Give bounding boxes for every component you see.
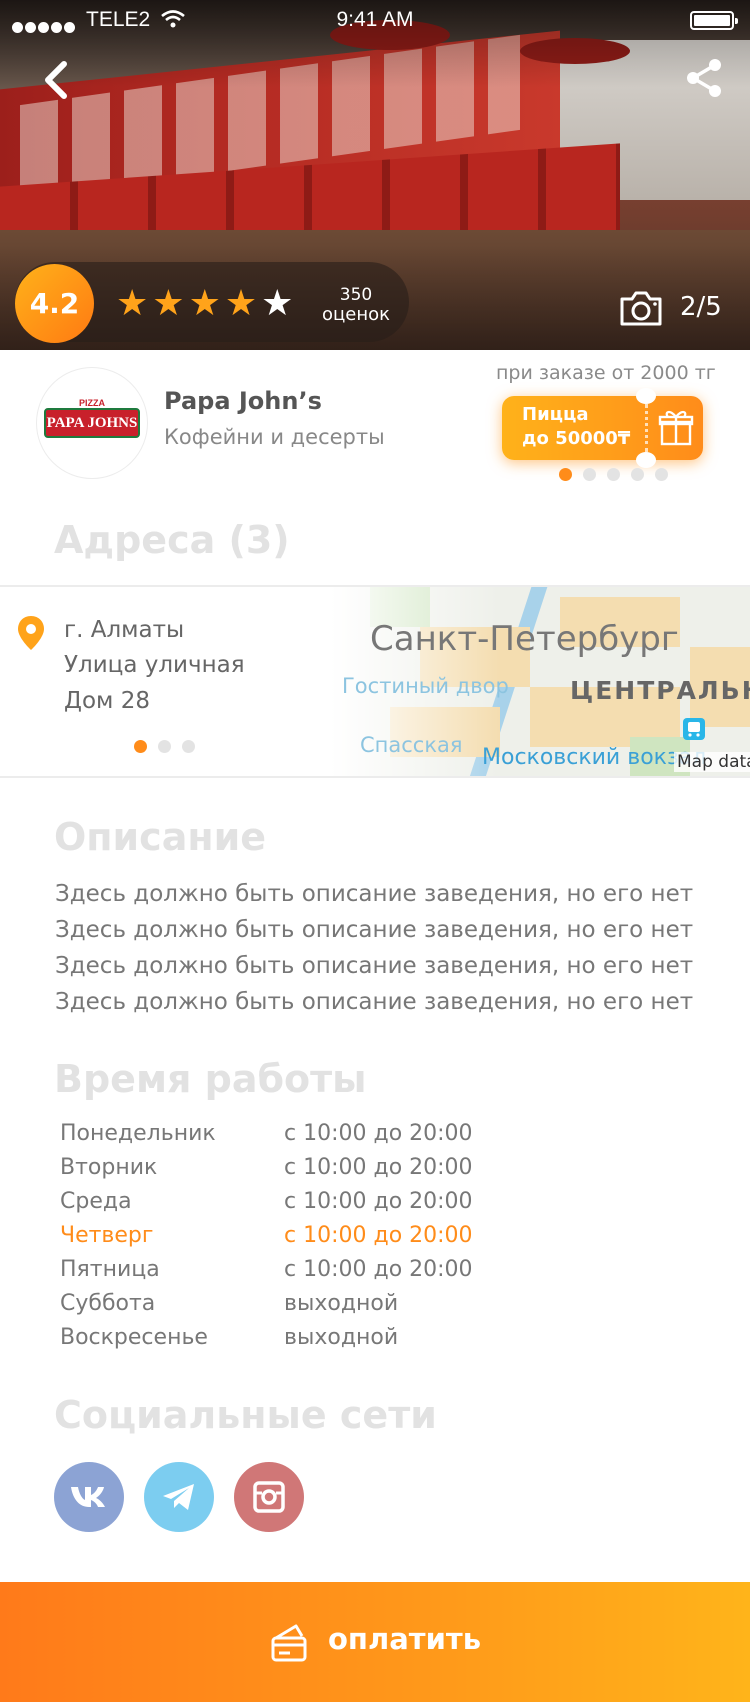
- venue-name: Papa John’s: [164, 387, 322, 415]
- hours-row: Пятница с 10:00 до 20:00: [60, 1257, 560, 1287]
- address-house: Дом 28: [64, 688, 150, 714]
- hours-time: выходной: [284, 1325, 399, 1350]
- map-label-city: Санкт-Петербург: [370, 619, 679, 659]
- description-line: Здесь должно быть описание заведения, но…: [55, 881, 694, 907]
- promo-line-2: до 50000₸: [522, 428, 631, 449]
- description-line: Здесь должно быть описание заведения, но…: [55, 989, 694, 1015]
- address-card[interactable]: Санкт-Петербург Гостиный двор ЦЕНТРАЛЬН …: [0, 585, 750, 778]
- hours-time: с 10:00 до 20:00: [284, 1189, 473, 1214]
- map-label-gostiny: Гостиный двор: [342, 674, 509, 698]
- map-preview[interactable]: Санкт-Петербург Гостиный двор ЦЕНТРАЛЬН …: [330, 587, 750, 776]
- hours-time: выходной: [284, 1291, 399, 1316]
- description-line: Здесь должно быть описание заведения, но…: [55, 953, 694, 979]
- status-time: 9:41 AM: [336, 8, 414, 31]
- wallet-card-icon: [271, 1624, 307, 1662]
- pagination-dot[interactable]: [583, 468, 596, 481]
- star-filled-icon: ★: [188, 283, 221, 324]
- reviews-number: 350: [339, 285, 373, 305]
- promo-line-1: Пицца: [522, 404, 589, 425]
- pay-label: оплатить: [328, 1622, 482, 1656]
- promo-banner[interactable]: Пицца до 50000₸: [502, 388, 703, 468]
- location-pin-icon: [18, 616, 44, 650]
- hours-row: Среда с 10:00 до 20:00: [60, 1189, 560, 1219]
- back-icon[interactable]: [38, 58, 74, 102]
- promo-pagination[interactable]: [559, 468, 668, 481]
- hours-day: Пятница: [60, 1257, 160, 1282]
- telegram-icon: [163, 1484, 194, 1510]
- pagination-dot[interactable]: [631, 468, 644, 481]
- pagination-dot[interactable]: [559, 468, 572, 481]
- promo-notch: [636, 452, 656, 468]
- telegram-button[interactable]: [144, 1462, 214, 1532]
- venue-logo: PIZZA PAPA JOHNS: [36, 367, 148, 479]
- promo-divider: [645, 404, 648, 452]
- star-filled-icon: ★: [152, 283, 185, 324]
- hours-day: Суббота: [60, 1291, 156, 1316]
- pagination-dot[interactable]: [607, 468, 620, 481]
- address-pagination[interactable]: [134, 740, 195, 753]
- pagination-dot[interactable]: [134, 740, 147, 753]
- hours-row: Воскресенье выходной: [60, 1325, 560, 1355]
- hours-time: с 10:00 до 20:00: [284, 1223, 473, 1248]
- hours-day: Четверг: [60, 1223, 154, 1248]
- hours-day: Воскресенье: [60, 1325, 208, 1350]
- photo-counter: 2/5: [680, 292, 722, 322]
- description-line: Здесь должно быть описание заведения, но…: [55, 917, 694, 943]
- camera-icon[interactable]: [618, 288, 664, 328]
- hours-time: с 10:00 до 20:00: [284, 1257, 473, 1282]
- hours-row-today: Четверг с 10:00 до 20:00: [60, 1223, 560, 1253]
- pagination-dot[interactable]: [655, 468, 668, 481]
- hours-day: Понедельник: [60, 1121, 216, 1146]
- hours-time: с 10:00 до 20:00: [284, 1121, 473, 1146]
- promo-caption: при заказе от 2000 тг: [496, 362, 716, 384]
- reviews-count[interactable]: 350 оценок: [318, 285, 394, 325]
- rating-score: 4.2: [15, 264, 94, 343]
- gift-icon: [658, 411, 694, 446]
- address-city: г. Алматы: [64, 617, 185, 643]
- map-label-center: ЦЕНТРАЛЬН: [570, 676, 750, 705]
- vk-button[interactable]: [54, 1462, 124, 1532]
- papa-johns-logo: PIZZA PAPA JOHNS: [44, 398, 140, 438]
- vk-icon: [71, 1487, 105, 1507]
- venue-category: Кофейни и десерты: [164, 425, 385, 449]
- rating-stars: ★ ★ ★ ★ ★: [116, 286, 293, 322]
- map-label-spasskaya: Спасская: [360, 733, 463, 757]
- reviews-label: оценок: [322, 304, 390, 325]
- pay-button[interactable]: оплатить: [0, 1582, 750, 1702]
- hours-time: с 10:00 до 20:00: [284, 1155, 473, 1180]
- battery-icon: [690, 11, 738, 30]
- star-filled-icon: ★: [224, 283, 258, 324]
- hours-day: Вторник: [60, 1155, 158, 1180]
- logo-small-text: PIZZA: [76, 398, 108, 408]
- addresses-title: Адреса (3): [54, 518, 290, 562]
- hours-row: Вторник с 10:00 до 20:00: [60, 1155, 560, 1185]
- promo-notch: [636, 388, 656, 404]
- map-label-moskovsky: Московский вокзал: [482, 745, 707, 770]
- pagination-dot[interactable]: [158, 740, 171, 753]
- instagram-icon: [253, 1481, 285, 1513]
- status-bar: TELE2 9:41 AM: [0, 0, 750, 40]
- logo-text: PAPA JOHNS: [46, 414, 138, 431]
- description-title: Описание: [54, 815, 267, 859]
- star-empty-icon: ★: [261, 283, 294, 324]
- social-title: Социальные сети: [54, 1393, 437, 1437]
- hours-day: Среда: [60, 1189, 132, 1214]
- hours-title: Время работы: [54, 1057, 367, 1101]
- pagination-dot[interactable]: [182, 740, 195, 753]
- map-attribution: Map data: [674, 752, 750, 772]
- hours-row: Суббота выходной: [60, 1291, 560, 1321]
- star-filled-icon: ★: [116, 283, 149, 324]
- instagram-button[interactable]: [234, 1462, 304, 1532]
- promo-text: Пицца до 50000₸: [522, 403, 630, 451]
- metro-icon: [683, 718, 705, 740]
- hours-row: Понедельник с 10:00 до 20:00: [60, 1121, 560, 1151]
- share-icon[interactable]: [682, 56, 726, 100]
- address-street: Улица уличная: [64, 652, 245, 678]
